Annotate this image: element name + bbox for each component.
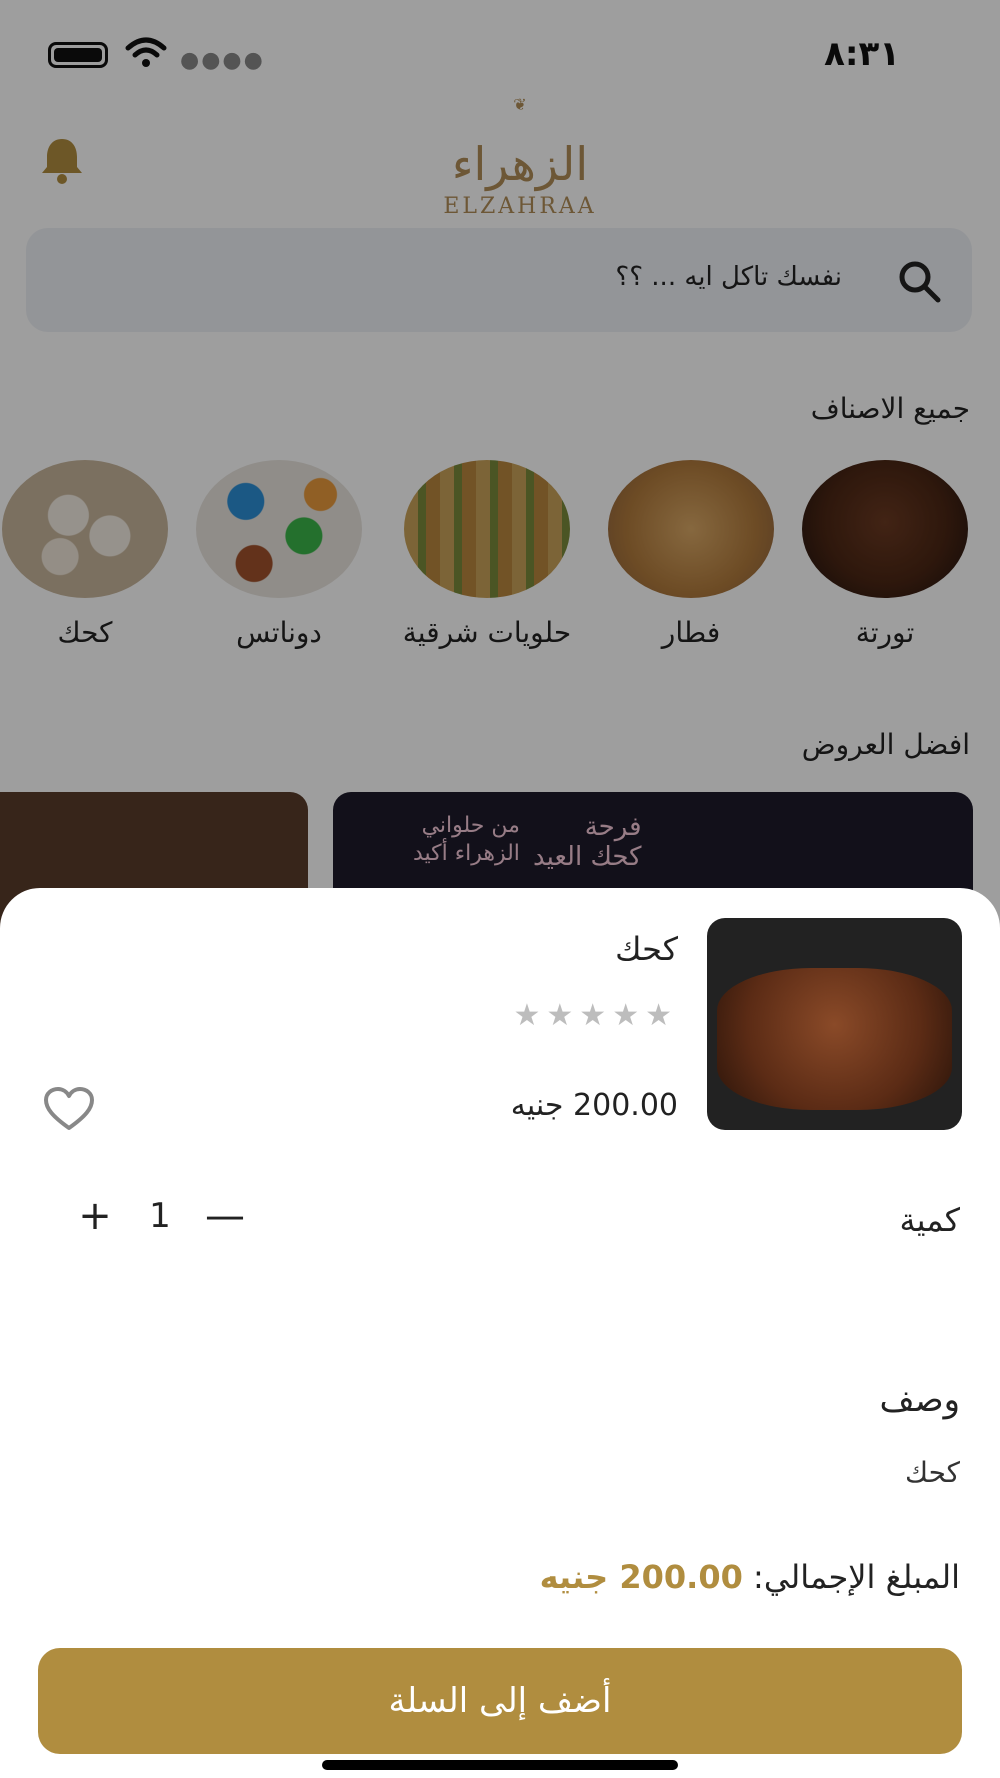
product-image (707, 918, 962, 1130)
favorite-heart-icon[interactable] (42, 1086, 96, 1132)
product-price: 200.00 جنيه (510, 1088, 678, 1123)
add-to-cart-button[interactable]: أضف إلى السلة (38, 1648, 962, 1754)
quantity-label: كمية (899, 1201, 960, 1239)
quantity-plus-button[interactable]: + (70, 1186, 120, 1246)
product-name: كحك (615, 930, 678, 968)
total-value: 200.00 جنيه (539, 1558, 743, 1596)
quantity-value: 1 (149, 1196, 171, 1236)
rating-stars[interactable]: ★★★★★ (514, 998, 678, 1033)
home-indicator (322, 1760, 678, 1770)
app-screen: ●●●● ٨:٣١ ❦ الزهراء ELZAHRAA نفسك تاكل ا… (0, 0, 1000, 1778)
description-text: كحك (904, 1456, 960, 1489)
quantity-stepper: + 1 — (70, 1186, 250, 1246)
quantity-minus-button[interactable]: — (200, 1186, 250, 1246)
cake-shape (717, 968, 952, 1110)
total-label: المبلغ الإجمالي: (753, 1558, 960, 1596)
total-amount: المبلغ الإجمالي: 200.00 جنيه (540, 1558, 960, 1596)
product-bottom-sheet: كحك ★★★★★ 200.00 جنيه كمية + 1 — وصف كحك… (0, 888, 1000, 1778)
description-title: وصف (879, 1380, 960, 1420)
